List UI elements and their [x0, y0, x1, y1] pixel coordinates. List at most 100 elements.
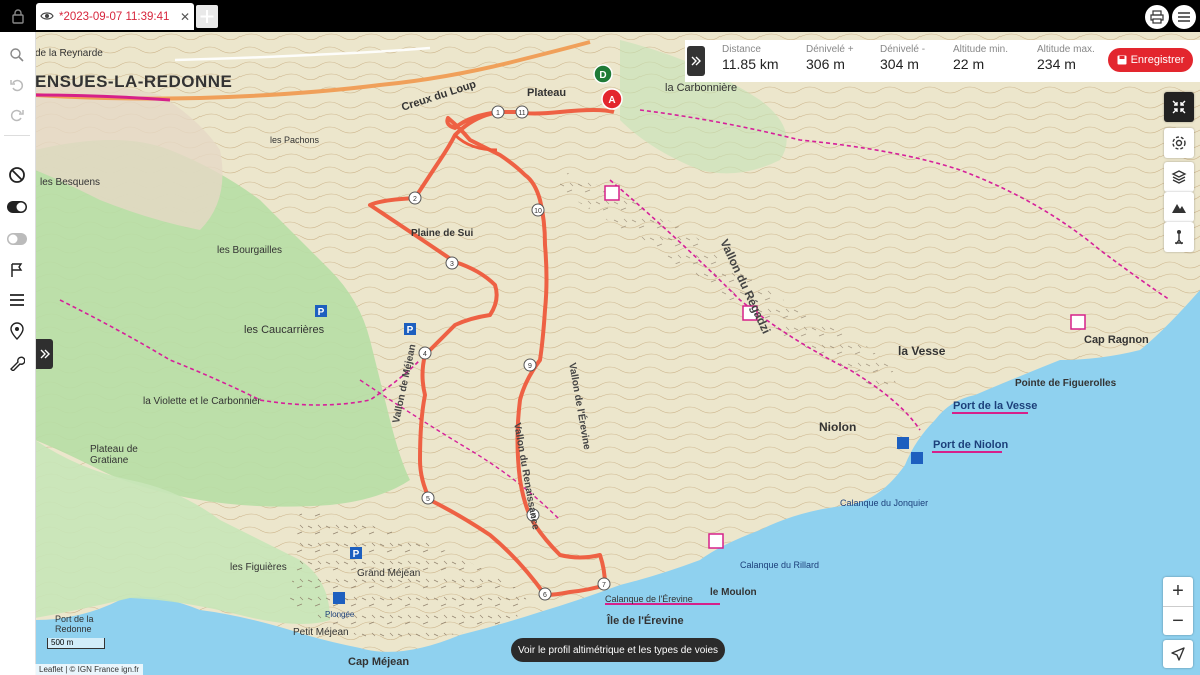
waypoint-marker[interactable]: 4 — [418, 346, 432, 360]
print-icon — [1150, 10, 1164, 24]
waypoint-label: 11 — [518, 110, 525, 117]
waypoint-marker[interactable]: 3 — [445, 256, 459, 270]
waypoint-marker[interactable]: 7 — [597, 577, 611, 591]
waypoint-label: 7 — [602, 582, 606, 589]
svg-text:P: P — [318, 307, 325, 318]
map-label-carbonniere: la Carbonnière — [665, 82, 738, 94]
map[interactable]: 1 2 3 4 5 6 7 8 9 10 11 D A P P P ENSUES-LA-REDONN… — [35, 32, 1200, 675]
map-label-plaine: Plaine de Sui — [411, 228, 474, 239]
redo-button[interactable] — [6, 104, 28, 126]
map-label-vesse: la Vesse — [898, 344, 946, 358]
lock-icon[interactable] — [6, 4, 30, 28]
poi-marker — [604, 185, 620, 201]
close-tab-icon[interactable]: ✕ — [180, 10, 190, 24]
stat-label: Altitude min. — [953, 44, 1009, 55]
map-label-cap-ragnon: Cap Ragnon — [1084, 334, 1149, 346]
save-label: Enregistrer — [1130, 54, 1185, 66]
left-toolbar — [0, 32, 36, 675]
poi-marker — [708, 533, 724, 549]
zoom-out-button[interactable]: − — [1163, 607, 1193, 636]
parking-marker: P — [315, 305, 327, 318]
layers-icon — [1171, 170, 1187, 184]
toggle-icon — [7, 201, 27, 213]
layers-button[interactable] — [1164, 162, 1194, 192]
waypoint-marker[interactable]: 11 — [515, 105, 529, 119]
zoom-search-button[interactable] — [6, 44, 28, 66]
elevation-profile-button[interactable]: Voir le profil altimétrique et les types… — [511, 638, 725, 662]
stat-elevation-gain: Dénivelé + 306 m — [806, 44, 854, 72]
redo-icon — [10, 109, 24, 122]
end-label: A — [608, 95, 615, 106]
undo-icon — [10, 79, 24, 92]
eye-icon[interactable] — [40, 8, 54, 26]
waypoint-label: 9 — [528, 363, 532, 370]
map-label-jonquier: Calanque du Jonquier — [840, 498, 929, 508]
fit-route-button[interactable] — [1164, 92, 1194, 122]
list-button[interactable] — [6, 289, 28, 311]
map-label-port-niolon: Port de Niolon — [933, 439, 1009, 451]
waypoint-marker[interactable]: 10 — [531, 203, 545, 217]
map-label-besquens: les Besquens — [40, 177, 101, 188]
zoom-control: + − — [1163, 577, 1193, 635]
stat-label: Dénivelé + — [806, 44, 854, 55]
flag-button[interactable] — [6, 259, 28, 281]
stat-label: Distance — [722, 44, 761, 55]
zoom-in-button[interactable]: + — [1163, 577, 1193, 607]
right-toolbar — [1164, 92, 1194, 252]
waypoint-marker[interactable]: 6 — [538, 587, 552, 601]
menu-button[interactable] — [1172, 5, 1196, 29]
stat-altitude-min: Altitude min. 22 m — [953, 44, 1008, 72]
hiker-button[interactable] — [1164, 222, 1194, 252]
map-label-ile-erevine: Île de l'Érevine — [607, 615, 684, 627]
poi-button[interactable] — [6, 320, 28, 342]
new-tab-button[interactable] — [196, 5, 218, 28]
toggle-route-button[interactable] — [6, 196, 28, 218]
eye-off-icon — [7, 233, 27, 245]
waypoint-label: 2 — [413, 196, 417, 203]
waypoint-marker[interactable]: 2 — [408, 191, 422, 205]
tab-title: *2023-09-07 11:39:41 — [59, 10, 170, 23]
stat-value: 306 m — [806, 56, 845, 72]
map-label-gratiane: Plateau de Gratiane — [90, 444, 138, 466]
start-marker[interactable]: D — [593, 64, 613, 84]
stat-distance: Distance 11.85 km — [722, 44, 779, 72]
waypoint-marker[interactable]: 1 — [491, 105, 505, 119]
terrain-button[interactable] — [1164, 192, 1194, 222]
expand-panel-button[interactable] — [36, 339, 53, 369]
svg-text:P: P — [407, 325, 414, 336]
waypoint-marker[interactable]: 5 — [421, 491, 435, 505]
undo-button[interactable] — [6, 74, 28, 96]
map-label-bourgailles: les Bourgailles — [217, 245, 283, 256]
tools-button[interactable] — [6, 352, 28, 374]
map-attribution[interactable]: Leaflet | © IGN France ign.fr — [35, 664, 144, 675]
locate-button[interactable] — [1163, 640, 1193, 668]
poi-marker — [1070, 314, 1086, 330]
map-label-figuieres: les Figuières — [230, 562, 287, 573]
track-tab[interactable]: *2023-09-07 11:39:41 ✕ — [36, 3, 194, 30]
print-button[interactable] — [1145, 5, 1169, 29]
hide-route-button[interactable] — [6, 228, 28, 250]
map-label-reynarde: de la Reynarde — [35, 48, 103, 59]
map-label-niolon: Niolon — [819, 420, 857, 434]
stat-label: Dénivelé - — [880, 44, 926, 55]
separator — [4, 135, 30, 136]
map-label-cap-mejean: Cap Méjean — [348, 656, 410, 668]
stat-value: 11.85 km — [722, 56, 779, 72]
waypoint-marker[interactable]: 9 — [523, 358, 537, 372]
waypoint-label: 3 — [450, 261, 454, 268]
map-label-caucarrieres: les Caucarrières — [244, 324, 325, 336]
waypoint-label: 4 — [423, 351, 427, 358]
double-chevron-right-icon — [691, 56, 701, 66]
harbor-icon — [897, 437, 909, 449]
forbidden-button[interactable] — [6, 164, 28, 186]
save-button[interactable]: Enregistrer — [1108, 48, 1193, 72]
collapse-stats-button[interactable] — [687, 46, 705, 76]
map-label-pachons: les Pachons — [270, 135, 320, 145]
parking-marker: P — [350, 547, 362, 560]
stat-elevation-loss: Dénivelé - 304 m — [880, 44, 925, 72]
end-marker[interactable]: A — [601, 88, 623, 110]
gear-icon — [1172, 136, 1186, 150]
topo-map[interactable]: 1234567891011 D A P P P — [35, 32, 1200, 675]
settings-button[interactable] — [1164, 128, 1194, 158]
map-label-rillard: Calanque du Rillard — [740, 560, 820, 570]
